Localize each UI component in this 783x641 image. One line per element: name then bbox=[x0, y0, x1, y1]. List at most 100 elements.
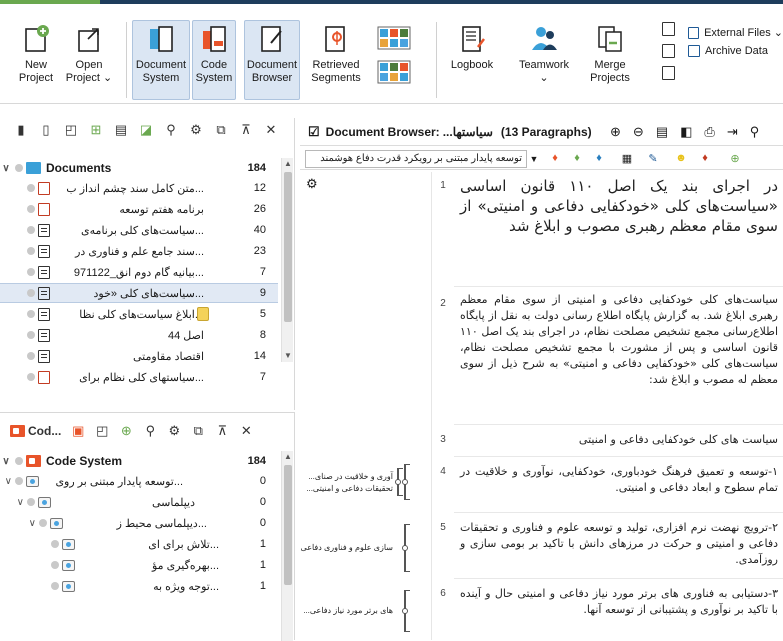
new-code-set-icon[interactable]: ⊕ bbox=[119, 423, 133, 438]
chevron-down-icon[interactable]: ▼ bbox=[528, 150, 540, 168]
new-set-icon[interactable]: ▤ bbox=[114, 122, 128, 137]
document-row[interactable]: ...سیاست‌های کلی برنامه‌ی 40 bbox=[0, 220, 278, 240]
ribbon-toolbar: New Project Open Project ⌄ Document Syst… bbox=[0, 4, 783, 104]
text-document-icon bbox=[38, 349, 50, 363]
code-stripe-label[interactable]: آوری و خلاقیت در صنای... bbox=[308, 472, 393, 481]
merge-projects-button[interactable]: Merge Projects bbox=[584, 20, 636, 100]
code-stripe-label[interactable]: سازی علوم و فناوری دفاعی... bbox=[300, 543, 393, 552]
external-files-group: External Files ⌄ Archive Data bbox=[688, 24, 783, 60]
emoticode-icon[interactable]: ☻ bbox=[674, 151, 688, 165]
code-stripe-label[interactable]: های برتر مورد نیاز دفاعی... bbox=[303, 606, 393, 615]
chevron-down-icon[interactable]: ∨ bbox=[0, 497, 24, 508]
document-row[interactable]: برنامه هفتم توسعه 26 bbox=[0, 199, 278, 219]
document-row[interactable]: اصل 44 8 bbox=[0, 325, 278, 345]
open-project-button[interactable]: Open Project ⌄ bbox=[64, 20, 114, 100]
code-stripe-label[interactable]: تحقیقات دفاعی و امنیتی... bbox=[306, 484, 393, 493]
document-text-area[interactable]: ⚙ 1 در اجرای بند یک اصل ۱۱۰ قانون اساسی … bbox=[300, 172, 783, 640]
new-memo-icon[interactable]: ⊕ bbox=[728, 151, 742, 165]
export-icon[interactable]: ⇥ bbox=[727, 124, 738, 140]
archive-data-button[interactable]: Archive Data bbox=[688, 42, 783, 60]
document-browser-icon: ☑ bbox=[308, 123, 320, 139]
code-system-root-row[interactable]: ∨ Code System 184 bbox=[0, 451, 278, 471]
undock-icon[interactable]: ⧉ bbox=[214, 122, 228, 137]
activate-documents-icon[interactable]: ◰ bbox=[64, 122, 78, 137]
page-view-icon[interactable]: ▤ bbox=[656, 124, 668, 140]
document-row[interactable]: ...سیاستهای کلی نظام برای 7 bbox=[0, 367, 278, 387]
new-document-group-icon[interactable]: ⊞ bbox=[89, 122, 103, 137]
code-system-button[interactable]: Code System bbox=[192, 20, 236, 100]
document-row[interactable]: ...سند جامع علم و فناوری در 23 bbox=[0, 241, 278, 261]
code-new-icon[interactable]: ♦ bbox=[570, 151, 584, 165]
new-code-icon[interactable]: ▣ bbox=[71, 423, 85, 438]
document-row[interactable]: ...ابلاغ سیاست‌های کلی نظا 5 bbox=[0, 304, 278, 324]
code-row[interactable]: ...توجه ویژه به 1 bbox=[0, 576, 278, 596]
code-recent-icon[interactable]: ♦ bbox=[592, 151, 606, 165]
code-selector-dropdown[interactable]: توسعه پایدار مبتنی بر رویکرد قدرت دفاع ه… bbox=[305, 150, 527, 168]
code-filter-icon[interactable]: ◰ bbox=[95, 423, 109, 438]
symbol-code-icon[interactable]: ♦ bbox=[698, 151, 712, 165]
code-row[interactable]: ...تلاش برای ای 1 bbox=[0, 534, 278, 554]
settings-gear-icon[interactable]: ⚙ bbox=[189, 122, 203, 137]
new-document-icon[interactable]: ▮ bbox=[14, 122, 28, 137]
document-browser-button[interactable]: Document Browser bbox=[244, 20, 300, 100]
chevron-down-icon[interactable]: ∨ bbox=[0, 163, 12, 174]
print-icon[interactable]: ⎙ bbox=[704, 124, 714, 140]
documents-scrollbar[interactable]: ▲ ▼ bbox=[281, 158, 293, 362]
document-browser-icon bbox=[257, 23, 287, 53]
retrieved-segments-button[interactable]: Retrieved Segments bbox=[308, 20, 364, 100]
code-row[interactable]: ∨ ...دیپلماسی محیط ز0 bbox=[0, 513, 278, 533]
paragraph-4: ۱-توسعه و تعمیق فرهنگ خودباوری، خودکفایی… bbox=[460, 465, 778, 494]
code-row[interactable]: ...بهره‌گیری مؤ 1 bbox=[0, 555, 278, 575]
coding-stripe-dot[interactable] bbox=[402, 608, 408, 614]
logbook-button[interactable]: Logbook bbox=[446, 20, 498, 100]
chevron-down-icon[interactable]: ∨ bbox=[0, 476, 12, 487]
coding-stripes-icon[interactable]: ▦ bbox=[620, 151, 634, 165]
search-icon[interactable]: ⚲ bbox=[164, 122, 178, 137]
code-settings-gear-icon[interactable]: ⚙ bbox=[167, 423, 181, 438]
code-row[interactable]: ∨ ...توسعه پایدار مبتنی بر روی 0 bbox=[0, 471, 278, 491]
small-tools-stack bbox=[662, 22, 680, 88]
document-row[interactable]: ...بیانیه گام دوم انق_971122 7 bbox=[0, 262, 278, 282]
import-documents-icon[interactable]: ▯ bbox=[39, 122, 53, 137]
memo-icon[interactable] bbox=[197, 307, 209, 321]
code-search-icon[interactable]: ⚲ bbox=[143, 423, 157, 438]
document-row[interactable]: ...سیاست‌های کلی «خود 9 bbox=[0, 283, 278, 303]
highlight-icon[interactable]: ✎ bbox=[646, 151, 660, 165]
code-tag-icon bbox=[26, 475, 39, 487]
chevron-down-icon[interactable]: ∨ bbox=[0, 518, 36, 529]
import-icon[interactable] bbox=[662, 22, 675, 36]
documents-root-row[interactable]: ∨ Documents 184 bbox=[0, 158, 278, 178]
document-row[interactable]: اقتصاد مقاومتی 14 bbox=[0, 346, 278, 366]
new-folder-icon[interactable]: ◪ bbox=[139, 122, 153, 137]
codes-scrollbar[interactable]: ▲ bbox=[281, 451, 293, 641]
split-view-icon[interactable]: ◧ bbox=[680, 124, 692, 140]
zoom-in-icon[interactable]: ⊕ bbox=[610, 124, 621, 140]
text-document-icon bbox=[38, 286, 50, 300]
overview-tables-button[interactable] bbox=[372, 20, 416, 100]
coding-stripe-dot[interactable] bbox=[402, 545, 408, 551]
document-system-button[interactable]: Document System bbox=[132, 20, 190, 100]
document-row[interactable]: ...متن کامل سند چشم انداز ب 12 bbox=[0, 178, 278, 198]
merge-projects-icon bbox=[595, 23, 625, 53]
new-project-button[interactable]: New Project bbox=[16, 20, 56, 100]
code-row[interactable]: ∨ دیپلماسی 0 bbox=[0, 492, 278, 512]
coding-stripe-dot[interactable] bbox=[402, 479, 408, 485]
pdf-document-icon bbox=[38, 181, 50, 195]
text-document-icon bbox=[38, 244, 50, 258]
external-files-button[interactable]: External Files ⌄ bbox=[688, 24, 783, 42]
code-it-icon[interactable]: ♦ bbox=[548, 151, 562, 165]
coding-stripe-dot[interactable] bbox=[395, 479, 401, 485]
maximize-icon[interactable]: ⊼ bbox=[239, 122, 253, 137]
zoom-out-icon[interactable]: ⊖ bbox=[633, 124, 644, 140]
close-icon[interactable]: ✕ bbox=[264, 122, 278, 137]
copy-icon[interactable] bbox=[662, 66, 675, 80]
export-icon[interactable] bbox=[662, 44, 675, 58]
teamwork-button[interactable]: Teamwork ⌄ bbox=[514, 20, 574, 100]
code-maximize-icon[interactable]: ⊼ bbox=[215, 423, 229, 438]
code-undock-icon[interactable]: ⧉ bbox=[191, 423, 205, 438]
search-icon[interactable]: ⚲ bbox=[750, 124, 760, 140]
chevron-down-icon[interactable]: ∨ bbox=[0, 456, 12, 467]
gutter-settings-gear-icon[interactable]: ⚙ bbox=[306, 176, 318, 192]
archive-data-icon bbox=[688, 45, 700, 57]
code-close-icon[interactable]: ✕ bbox=[239, 423, 253, 438]
